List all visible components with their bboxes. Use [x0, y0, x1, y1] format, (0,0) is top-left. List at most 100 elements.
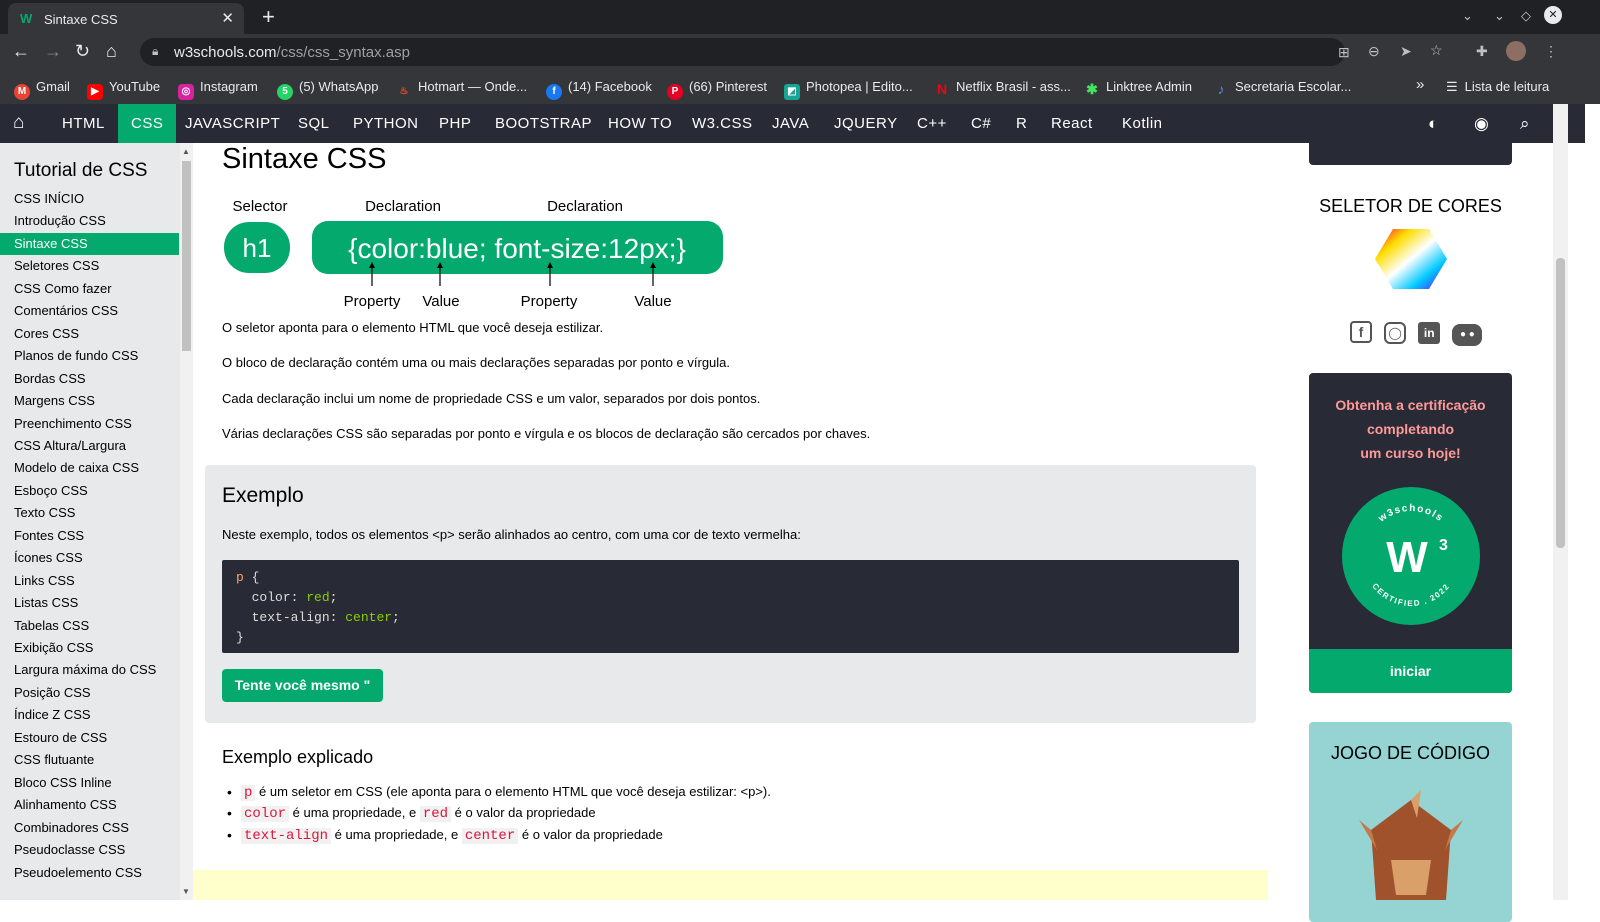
nav-php[interactable]: PHP: [426, 104, 484, 143]
maximize-icon[interactable]: ◇: [1521, 8, 1531, 24]
globe-icon[interactable]: ◉: [1474, 114, 1489, 134]
forward-icon[interactable]: →: [44, 41, 62, 62]
scrollbar-thumb[interactable]: [182, 161, 191, 351]
nav-css[interactable]: CSS: [118, 104, 177, 143]
search-icon[interactable]: ⌕: [1520, 114, 1530, 134]
nav-react[interactable]: React: [1038, 104, 1106, 143]
bookmark-netflix[interactable]: N Netflix Brasil - ass...: [934, 79, 1071, 97]
zoom-icon[interactable]: ⊖: [1368, 43, 1380, 60]
nav-cpp[interactable]: C++: [904, 104, 960, 143]
sidebar-item[interactable]: Pseudoelemento CSS: [0, 862, 179, 884]
sidebar-item[interactable]: Introdução CSS: [0, 210, 179, 232]
sidebar-item[interactable]: Margens CSS: [0, 390, 179, 412]
address-bar[interactable]: 🔒︎ w3schools.com/css/css_syntax.asp ⊞ ⊖ …: [140, 38, 1443, 66]
sidebar-item[interactable]: Links CSS: [0, 570, 179, 592]
instagram-icon[interactable]: ◯: [1384, 322, 1407, 344]
nav-bootstrap[interactable]: BOOTSTRAP: [482, 104, 605, 143]
sidebar-scrollbar[interactable]: ▲ ▼: [180, 143, 193, 900]
bookmark-secretaria[interactable]: ♪ Secretaria Escolar...: [1213, 79, 1352, 97]
discord-icon[interactable]: ● ●: [1452, 324, 1483, 346]
sidebar-item[interactable]: Sintaxe CSS: [0, 232, 179, 255]
sidebar-item[interactable]: Seletores CSS: [0, 255, 179, 277]
sidebar-item[interactable]: Combinadores CSS: [0, 817, 179, 839]
nav-r[interactable]: R: [1003, 104, 1040, 143]
nav-jquery[interactable]: JQUERY: [821, 104, 911, 143]
page-scrollbar[interactable]: [1553, 104, 1568, 900]
start-course-button[interactable]: iniciar: [1309, 649, 1512, 693]
sidebar-item[interactable]: Largura máxima do CSS: [0, 659, 179, 681]
bookmark-star-icon[interactable]: ☆: [1430, 42, 1443, 59]
home-icon[interactable]: ⌂: [13, 112, 25, 134]
sidebar-item[interactable]: Posição CSS: [0, 682, 179, 704]
sidebar-item[interactable]: Preenchimento CSS: [0, 413, 179, 435]
nav-python[interactable]: PYTHON: [340, 104, 432, 143]
sidebar-item[interactable]: Modelo de caixa CSS: [0, 457, 179, 479]
sidebar-item[interactable]: CSS Altura/Largura: [0, 435, 179, 457]
home-icon[interactable]: ⌂: [106, 41, 117, 62]
sidebar-item[interactable]: Exibição CSS: [0, 637, 179, 659]
menu-icon[interactable]: ⋮: [1544, 43, 1558, 60]
sidebar-item[interactable]: Esboço CSS: [0, 480, 179, 502]
dark-mode-icon[interactable]: ◐: [1428, 114, 1439, 134]
bookmark-linktree[interactable]: ✱ Linktree Admin: [1084, 79, 1192, 97]
bookmark-pinterest[interactable]: P (66) Pinterest: [667, 79, 767, 100]
sidebar-item[interactable]: Estouro de CSS: [0, 727, 179, 749]
color-picker-hexagon-icon[interactable]: [1375, 227, 1447, 291]
back-icon[interactable]: ←: [12, 41, 30, 62]
sidebar-item[interactable]: Planos de fundo CSS: [0, 345, 179, 367]
translate-icon[interactable]: ⊞: [1338, 44, 1350, 61]
nav-html[interactable]: HTML: [49, 104, 118, 143]
sidebar-item[interactable]: Cores CSS: [0, 323, 179, 345]
sidebar-item[interactable]: CSS Como fazer: [0, 278, 179, 300]
sidebar-item[interactable]: CSS flutuante: [0, 749, 179, 771]
bookmark-whatsapp[interactable]: 5 (5) WhatsApp: [277, 79, 378, 100]
reading-list[interactable]: ☰ Lista de leitura: [1446, 79, 1549, 95]
facebook-icon[interactable]: f: [1350, 321, 1372, 343]
nav-java[interactable]: JAVA: [759, 104, 822, 143]
sidebar-item[interactable]: Bordas CSS: [0, 368, 179, 390]
sidebar-item[interactable]: CSS INÍCIO: [0, 188, 179, 210]
nav-how-to[interactable]: HOW TO: [595, 104, 685, 143]
more-bookmarks-icon[interactable]: »: [1416, 76, 1424, 93]
try-it-yourself-button[interactable]: Tente você mesmo ": [222, 669, 383, 702]
selector-label: Selector: [232, 198, 287, 215]
sidebar-item[interactable]: Pseudoclasse CSS: [0, 839, 179, 861]
bookmark-gmail[interactable]: M Gmail: [14, 79, 70, 100]
code-game-card[interactable]: JOGO DE CÓDIGO: [1309, 722, 1512, 922]
bookmark-facebook[interactable]: f (14) Facebook: [546, 79, 652, 100]
extensions-icon[interactable]: ✚: [1476, 43, 1488, 60]
nav-kotlin[interactable]: Kotlin: [1109, 104, 1176, 143]
nav-javascript[interactable]: JAVASCRIPT: [172, 104, 293, 143]
bookmark-youtube[interactable]: ▶ YouTube: [87, 79, 160, 100]
bookmark-photopea[interactable]: ◩ Photopea | Edito...: [784, 79, 913, 100]
sidebar-item[interactable]: Listas CSS: [0, 592, 179, 614]
sidebar-item[interactable]: Bloco CSS Inline: [0, 772, 179, 794]
sidebar-item[interactable]: Texto CSS: [0, 502, 179, 524]
linkedin-icon[interactable]: in: [1418, 322, 1441, 344]
reload-icon[interactable]: ↻: [75, 41, 90, 62]
page-scrollbar-thumb[interactable]: [1556, 258, 1565, 548]
bookmark-hotmart[interactable]: ♨ Hotmart — Onde...: [396, 79, 528, 100]
nav-csharp[interactable]: C#: [958, 104, 1004, 143]
nav-sql[interactable]: SQL: [285, 104, 343, 143]
close-tab-icon[interactable]: ✕: [221, 9, 234, 27]
profile-avatar[interactable]: [1506, 41, 1526, 61]
w3-logo-icon: W: [1386, 533, 1428, 582]
sidebar-item[interactable]: Tabelas CSS: [0, 615, 179, 637]
sidebar-item[interactable]: Alinhamento CSS: [0, 794, 179, 816]
browser-tab[interactable]: W Sintaxe CSS ✕: [8, 3, 244, 34]
minimize-icon[interactable]: ⌄: [1494, 8, 1505, 24]
sidebar-item[interactable]: Ícones CSS: [0, 547, 179, 569]
send-icon[interactable]: ➤: [1400, 43, 1412, 60]
color-picker-title: SELETOR DE CORES: [1319, 196, 1502, 216]
new-tab-button[interactable]: +: [262, 4, 275, 30]
tab-search-icon[interactable]: ⌄: [1462, 8, 1473, 24]
sidebar-item[interactable]: Comentários CSS: [0, 300, 179, 322]
sidebar-item[interactable]: Índice Z CSS: [0, 704, 179, 726]
sidebar-item[interactable]: Fontes CSS: [0, 525, 179, 547]
nav-w3css[interactable]: W3.CSS: [679, 104, 766, 143]
close-window-icon[interactable]: ✕: [1544, 6, 1562, 24]
scroll-down-icon[interactable]: ▼: [182, 887, 190, 896]
scroll-up-icon[interactable]: ▲: [182, 147, 190, 156]
bookmark-instagram[interactable]: ◎ Instagram: [178, 79, 258, 100]
